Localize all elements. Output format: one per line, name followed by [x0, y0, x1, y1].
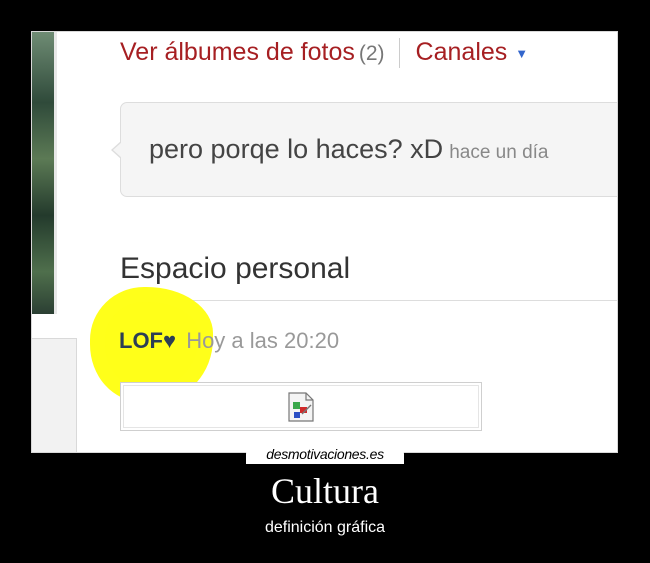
- screenshot: Ver álbumes de fotos (2) Canales ▼ pero por…: [32, 32, 617, 452]
- section-title: Espacio personal: [120, 252, 351, 285]
- top-menu: Ver álbumes de fotos (2) Canales ▼: [120, 38, 528, 69]
- post-time: Hoy a las 20:20: [186, 328, 340, 353]
- broken-image-icon: [288, 392, 314, 422]
- comment-time: hace un día: [449, 142, 549, 163]
- poster-subtitle: definición gráfica: [264, 519, 386, 536]
- channels-link[interactable]: Canales: [416, 38, 508, 66]
- left-thumbnail-strip: [32, 32, 57, 314]
- left-panel: [32, 338, 77, 452]
- albums-count: (2): [358, 42, 385, 65]
- poster-title: Cultura: [271, 471, 379, 511]
- post-meta: LOF♥ Hoy a las 20:20: [119, 328, 339, 354]
- comment-line: pero porqe lo haces? xD hace un día: [149, 134, 549, 165]
- post-image-frame[interactable]: [120, 382, 482, 431]
- chevron-down-icon[interactable]: ▼: [515, 46, 528, 61]
- albums-link[interactable]: Ver álbumes de fotos: [120, 38, 355, 66]
- menu-divider: [398, 38, 400, 69]
- comment-bubble: pero porqe lo haces? xD hace un día: [111, 102, 617, 197]
- comment-text: pero porqe lo haces? xD: [149, 134, 444, 164]
- post-author[interactable]: LOF♥: [119, 328, 176, 353]
- screenshot-frame: Ver álbumes de fotos (2) Canales ▼ pero por…: [31, 31, 618, 453]
- site-logo: desmotivaciones.es: [246, 445, 404, 464]
